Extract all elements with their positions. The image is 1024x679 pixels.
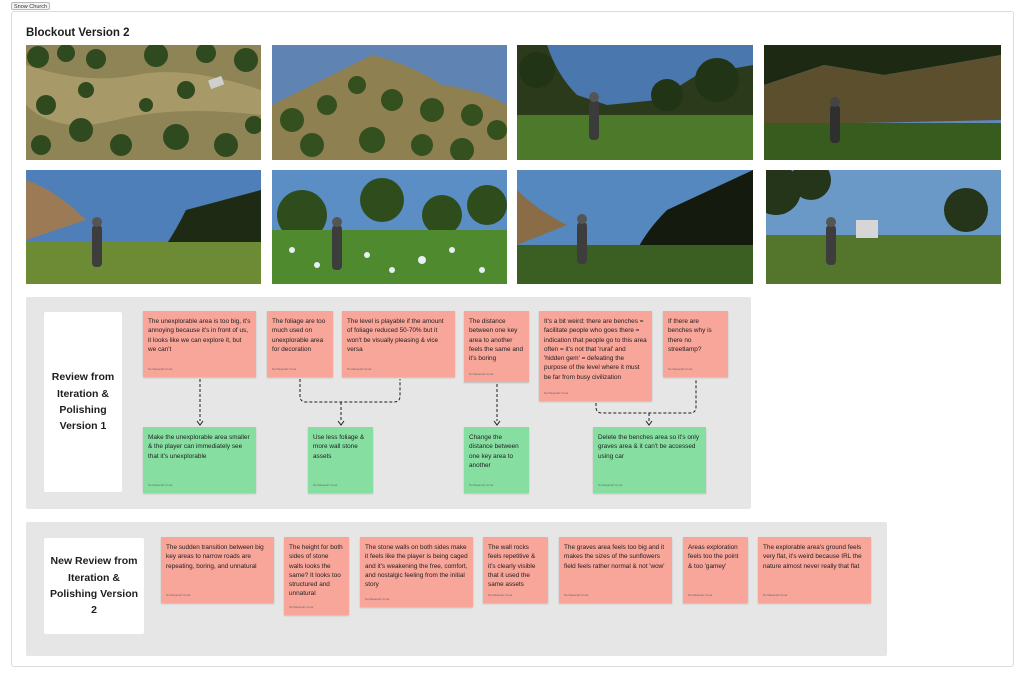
screenshot-character-dark-cliff[interactable] [517, 170, 753, 284]
screenshot-character-forest-clearing[interactable] [517, 45, 753, 160]
frame-tag[interactable]: Snow Church [11, 2, 51, 10]
sticky-text: Delete the benches area so it's only gra… [598, 434, 700, 460]
sticky-author: Nurhasanah Umar [544, 390, 569, 395]
sticky-text: The wall rocks feels repetitive & it's c… [488, 544, 536, 589]
sticky-solution[interactable]: Make the unexplorable area smaller & the… [143, 427, 256, 493]
sticky-author: Nurhasanah Umar [668, 366, 693, 371]
section-title: Blockout Version 2 [26, 27, 130, 39]
sticky-author: Nurhasanah Umar [289, 604, 314, 609]
sticky-author: Nurhasanah Umar [469, 482, 494, 487]
screenshot-character-sunflower-field[interactable] [272, 170, 507, 284]
sticky-feedback[interactable]: The level is playable if the amount of f… [342, 311, 455, 377]
sticky-feedback[interactable]: The height for both sides of stone walls… [284, 537, 349, 615]
sticky-feedback[interactable]: The graves area feels too big and it mak… [559, 537, 672, 603]
sticky-text: It's a bit weird: there are benches = fa… [544, 318, 647, 381]
sticky-text: Make the unexplorable area smaller & the… [148, 434, 250, 460]
screenshot-hillside-aerial-view[interactable] [272, 45, 507, 160]
sticky-text: The graves area feels too big and it mak… [564, 544, 665, 570]
sticky-text: The level is playable if the amount of f… [347, 318, 444, 353]
sticky-feedback[interactable]: The distance between one key area to ano… [464, 311, 529, 382]
sticky-author: Nurhasanah Umar [148, 482, 173, 487]
sticky-feedback[interactable]: It's a bit weird: there are benches = fa… [539, 311, 652, 401]
sticky-solution[interactable]: Change the distance between one key area… [464, 427, 529, 493]
screenshot-character-rocky-valley[interactable] [26, 170, 261, 284]
sticky-author: Nurhasanah Umar [148, 366, 173, 371]
sticky-text: The unexplorable area is too big, it's a… [148, 318, 251, 353]
sticky-author: Nurhasanah Umar [564, 592, 589, 597]
sticky-text: The explorable area's ground feels very … [763, 544, 862, 570]
sticky-author: Nurhasanah Umar [488, 592, 513, 597]
sticky-author: Nurhasanah Umar [688, 592, 713, 597]
screenshot-character-building-view[interactable] [766, 170, 1001, 284]
sticky-author: Nurhasanah Umar [763, 592, 788, 597]
sticky-text: If there are benches why is there no str… [668, 318, 712, 353]
sticky-text: The stone walls on both sides make it fe… [365, 544, 468, 589]
sticky-author: Nurhasanah Umar [313, 482, 338, 487]
sticky-text: Areas exploration feels too the point & … [688, 544, 739, 570]
sticky-feedback[interactable]: If there are benches why is there no str… [663, 311, 728, 377]
sticky-feedback[interactable]: The unexplorable area is too big, it's a… [143, 311, 256, 377]
sticky-text: The foliage are too much used on unexplo… [272, 318, 326, 353]
sticky-text: The distance between one key area to ano… [469, 318, 523, 363]
sticky-author: Nurhasanah Umar [365, 596, 390, 601]
sticky-author: Nurhasanah Umar [598, 482, 623, 487]
sticky-feedback[interactable]: The foliage are too much used on unexplo… [267, 311, 333, 377]
review1-label: Review from Iteration & Polishing Versio… [44, 312, 122, 492]
sticky-author: Nurhasanah Umar [166, 592, 191, 597]
screenshot-topdown-forest-overview[interactable] [26, 45, 261, 160]
sticky-author: Nurhasanah Umar [347, 366, 372, 371]
sticky-text: Use less foliage & more wall stone asset… [313, 434, 365, 460]
sticky-solution[interactable]: Use less foliage & more wall stone asset… [308, 427, 373, 493]
sticky-text: The height for both sides of stone walls… [289, 544, 343, 598]
sticky-feedback[interactable]: The wall rocks feels repetitive & it's c… [483, 537, 548, 603]
sticky-feedback[interactable]: The sudden transition between big key ar… [161, 537, 274, 603]
review2-label: New Review from Iteration & Polishing Ve… [44, 538, 144, 634]
sticky-text: Change the distance between one key area… [469, 434, 519, 469]
sticky-author: Nurhasanah Umar [469, 371, 494, 376]
sticky-text: The sudden transition between big key ar… [166, 544, 264, 570]
sticky-feedback[interactable]: The explorable area's ground feels very … [758, 537, 871, 603]
screenshot-character-shadowed-canyon[interactable] [764, 45, 1001, 160]
sticky-solution[interactable]: Delete the benches area so it's only gra… [593, 427, 706, 493]
sticky-feedback[interactable]: The stone walls on both sides make it fe… [360, 537, 473, 607]
sticky-feedback[interactable]: Areas exploration feels too the point & … [683, 537, 748, 603]
sticky-author: Nurhasanah Umar [272, 366, 297, 371]
